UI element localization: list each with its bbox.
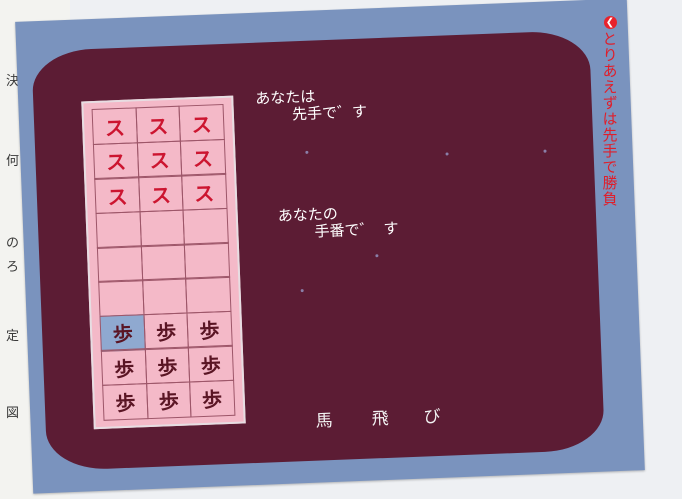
message-you-go-first: あなたは 先手で゛す [254,87,368,125]
board-cell-player[interactable]: 歩 [188,379,236,418]
board-cell-empty[interactable] [182,207,229,246]
screen-noise-dot [543,149,547,153]
screen-noise-dot [300,289,304,293]
board-cell-enemy[interactable]: ス [91,107,139,146]
board-cell-enemy[interactable]: ス [179,138,226,177]
board-cell-player[interactable]: 歩 [145,381,192,419]
board-cell-player[interactable]: 歩 [102,382,149,421]
board-cell-empty[interactable] [98,279,145,318]
screen-noise-dot [375,254,379,258]
shogi-board: ス ス ス ス ス ス ス ス ス 歩 歩 歩 歩 歩 歩 歩 歩 歩 [81,95,246,430]
left-arrow-circle-icon: ❮ [603,16,617,29]
board-cell-player-selected[interactable]: 歩 [99,314,146,352]
board-cell-empty[interactable] [183,241,230,280]
message-your-turn: あなたの 手番で゛ す [277,204,399,242]
board-cell-player[interactable]: 歩 [143,312,190,351]
board-cell-player[interactable]: 歩 [187,345,234,383]
margin-glyph: 図 [6,406,20,421]
screenshot-photo: ス ス ス ス ス ス ス ス ス 歩 歩 歩 歩 歩 歩 歩 歩 歩 あなたは… [15,0,645,494]
photo-caption: ❮ とりあえずは先手で勝負 [598,16,622,207]
board-cell-enemy[interactable]: ス [181,173,228,211]
menu-option-1[interactable]: 馬 [315,406,333,432]
screen-noise-dot [305,150,309,154]
board-cell-empty[interactable] [97,245,144,283]
board-cell-empty[interactable] [185,276,232,314]
board-cell-enemy[interactable]: ス [135,105,182,144]
board-cell-player[interactable]: 歩 [144,346,191,385]
board-cell-empty[interactable] [139,209,186,247]
board-cell-enemy[interactable]: ス [136,140,183,178]
board-cell-enemy[interactable]: ス [178,104,225,142]
board-cell-enemy[interactable]: ス [137,174,184,213]
margin-glyph: の [6,236,20,251]
menu-option-3[interactable]: び [423,402,441,428]
board-cell-empty[interactable] [95,210,142,249]
screen-noise-dot [445,152,449,156]
menu-option-2[interactable]: 飛 [371,404,389,430]
board-cell-player[interactable]: 歩 [101,348,148,387]
margin-glyph: ろ [6,260,20,275]
board-cell-player[interactable]: 歩 [186,310,233,349]
game-screen: ス ス ス ス ス ス ス ス ス 歩 歩 歩 歩 歩 歩 歩 歩 歩 あなたは… [31,29,606,472]
margin-glyph: 定 [6,329,20,344]
board-cell-enemy[interactable]: ス [93,141,140,180]
board-cell-enemy[interactable]: ス [94,176,141,215]
caption-text: とりあえずは先手で勝負 [600,31,619,207]
board-cell-empty[interactable] [141,277,188,316]
board-cell-empty[interactable] [140,243,187,282]
margin-glyph: 何 [6,154,20,169]
